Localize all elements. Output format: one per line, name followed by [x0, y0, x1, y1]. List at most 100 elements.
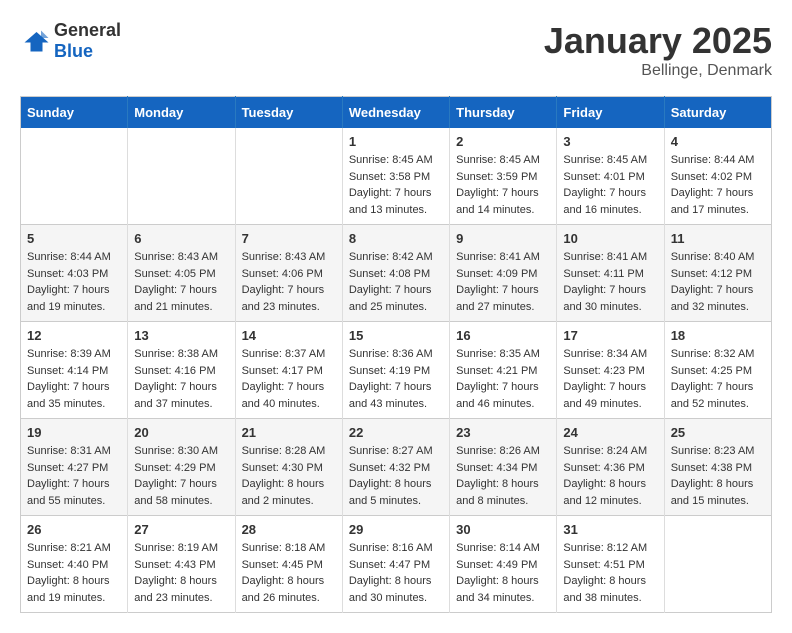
- day-cell: 22Sunrise: 8:27 AM Sunset: 4:32 PM Dayli…: [342, 419, 449, 516]
- header-thursday: Thursday: [450, 97, 557, 129]
- day-cell: 4 Sunrise: 8:44 AM Sunset: 4:02 PM Daylig…: [664, 128, 771, 225]
- day-cell: 25Sunrise: 8:23 AM Sunset: 4:38 PM Dayli…: [664, 419, 771, 516]
- day-number: 31: [563, 522, 657, 537]
- day-info: Sunrise: 8:37 AM Sunset: 4:17 PM Dayligh…: [242, 346, 336, 412]
- calendar-subtitle: Bellinge, Denmark: [544, 62, 772, 80]
- day-cell: 15Sunrise: 8:36 AM Sunset: 4:19 PM Dayli…: [342, 322, 449, 419]
- day-number: 16: [456, 328, 550, 343]
- day-number: 10: [563, 231, 657, 246]
- day-cell: 1Sunrise: 8:45 AM Sunset: 3:58 PM Daylig…: [342, 128, 449, 225]
- header-tuesday: Tuesday: [235, 97, 342, 129]
- day-number: 3: [563, 134, 657, 149]
- header-wednesday: Wednesday: [342, 97, 449, 129]
- day-number: 9: [456, 231, 550, 246]
- day-number: 18: [671, 328, 765, 343]
- day-cell: [664, 516, 771, 613]
- day-info: Sunrise: 8:30 AM Sunset: 4:29 PM Dayligh…: [134, 443, 228, 509]
- day-info: Sunrise: 8:14 AM Sunset: 4:49 PM Dayligh…: [456, 540, 550, 606]
- day-number: 7: [242, 231, 336, 246]
- day-info: Sunrise: 8:19 AM Sunset: 4:43 PM Dayligh…: [134, 540, 228, 606]
- week-row-2: 12Sunrise: 8:39 AM Sunset: 4:14 PM Dayli…: [21, 322, 772, 419]
- day-info: Sunrise: 8:41 AM Sunset: 4:11 PM Dayligh…: [563, 249, 657, 315]
- day-cell: 16 Sunrise: 8:35 AM Sunset: 4:21 PM Dayli…: [450, 322, 557, 419]
- week-row-3: 19Sunrise: 8:31 AM Sunset: 4:27 PM Dayli…: [21, 419, 772, 516]
- calendar-table: SundayMondayTuesdayWednesdayThursdayFrid…: [20, 96, 772, 613]
- day-cell: 21Sunrise: 8:28 AM Sunset: 4:30 PM Dayli…: [235, 419, 342, 516]
- header-monday: Monday: [128, 97, 235, 129]
- day-info: Sunrise: 8:12 AM Sunset: 4:51 PM Dayligh…: [563, 540, 657, 606]
- day-cell: 11 Sunrise: 8:40 AM Sunset: 4:12 PM Dayli…: [664, 225, 771, 322]
- logo-icon: [20, 26, 50, 56]
- header-friday: Friday: [557, 97, 664, 129]
- day-number: 12: [27, 328, 121, 343]
- page-header: General Blue January 2025 Bellinge, Denm…: [20, 20, 772, 80]
- day-cell: 23 Sunrise: 8:26 AM Sunset: 4:34 PM Dayli…: [450, 419, 557, 516]
- day-number: 26: [27, 522, 121, 537]
- logo-blue-text: Blue: [54, 41, 93, 61]
- day-cell: 20 Sunrise: 8:30 AM Sunset: 4:29 PM Dayli…: [128, 419, 235, 516]
- day-number: 27: [134, 522, 228, 537]
- day-info: Sunrise: 8:18 AM Sunset: 4:45 PM Dayligh…: [242, 540, 336, 606]
- day-number: 14: [242, 328, 336, 343]
- day-number: 1: [349, 134, 443, 149]
- day-cell: 8 Sunrise: 8:42 AM Sunset: 4:08 PM Daylig…: [342, 225, 449, 322]
- day-number: 24: [563, 425, 657, 440]
- day-info: Sunrise: 8:32 AM Sunset: 4:25 PM Dayligh…: [671, 346, 765, 412]
- day-info: Sunrise: 8:43 AM Sunset: 4:06 PM Dayligh…: [242, 249, 336, 315]
- day-number: 11: [671, 231, 765, 246]
- day-cell: 31 Sunrise: 8:12 AM Sunset: 4:51 PM Dayli…: [557, 516, 664, 613]
- day-info: Sunrise: 8:34 AM Sunset: 4:23 PM Dayligh…: [563, 346, 657, 412]
- day-cell: 6 Sunrise: 8:43 AM Sunset: 4:05 PM Daylig…: [128, 225, 235, 322]
- day-number: 29: [349, 522, 443, 537]
- day-cell: 12Sunrise: 8:39 AM Sunset: 4:14 PM Dayli…: [21, 322, 128, 419]
- header-sunday: Sunday: [21, 97, 128, 129]
- day-number: 15: [349, 328, 443, 343]
- day-info: Sunrise: 8:40 AM Sunset: 4:12 PM Dayligh…: [671, 249, 765, 315]
- day-cell: 10 Sunrise: 8:41 AM Sunset: 4:11 PM Dayli…: [557, 225, 664, 322]
- day-cell: [128, 128, 235, 225]
- day-cell: 30 Sunrise: 8:14 AM Sunset: 4:49 PM Dayli…: [450, 516, 557, 613]
- day-number: 6: [134, 231, 228, 246]
- day-info: Sunrise: 8:26 AM Sunset: 4:34 PM Dayligh…: [456, 443, 550, 509]
- logo: General Blue: [20, 20, 121, 62]
- day-number: 21: [242, 425, 336, 440]
- day-number: 30: [456, 522, 550, 537]
- day-cell: 24 Sunrise: 8:24 AM Sunset: 4:36 PM Dayli…: [557, 419, 664, 516]
- day-number: 20: [134, 425, 228, 440]
- calendar-header-row: SundayMondayTuesdayWednesdayThursdayFrid…: [21, 97, 772, 129]
- day-cell: 18 Sunrise: 8:32 AM Sunset: 4:25 PM Dayli…: [664, 322, 771, 419]
- day-info: Sunrise: 8:44 AM Sunset: 4:03 PM Dayligh…: [27, 249, 121, 315]
- day-number: 19: [27, 425, 121, 440]
- week-row-4: 26 Sunrise: 8:21 AM Sunset: 4:40 PM Dayli…: [21, 516, 772, 613]
- day-info: Sunrise: 8:35 AM Sunset: 4:21 PM Dayligh…: [456, 346, 550, 412]
- logo-general-text: General: [54, 20, 121, 40]
- day-number: 5: [27, 231, 121, 246]
- day-info: Sunrise: 8:21 AM Sunset: 4:40 PM Dayligh…: [27, 540, 121, 606]
- day-info: Sunrise: 8:23 AM Sunset: 4:38 PM Dayligh…: [671, 443, 765, 509]
- day-cell: 26 Sunrise: 8:21 AM Sunset: 4:40 PM Dayli…: [21, 516, 128, 613]
- day-number: 8: [349, 231, 443, 246]
- day-info: Sunrise: 8:24 AM Sunset: 4:36 PM Dayligh…: [563, 443, 657, 509]
- day-cell: 17Sunrise: 8:34 AM Sunset: 4:23 PM Dayli…: [557, 322, 664, 419]
- day-info: Sunrise: 8:43 AM Sunset: 4:05 PM Dayligh…: [134, 249, 228, 315]
- day-number: 28: [242, 522, 336, 537]
- week-row-0: 1Sunrise: 8:45 AM Sunset: 3:58 PM Daylig…: [21, 128, 772, 225]
- day-number: 4: [671, 134, 765, 149]
- day-info: Sunrise: 8:45 AM Sunset: 3:59 PM Dayligh…: [456, 152, 550, 218]
- day-cell: 7 Sunrise: 8:43 AM Sunset: 4:06 PM Daylig…: [235, 225, 342, 322]
- week-row-1: 5 Sunrise: 8:44 AM Sunset: 4:03 PM Daylig…: [21, 225, 772, 322]
- day-info: Sunrise: 8:44 AM Sunset: 4:02 PM Dayligh…: [671, 152, 765, 218]
- day-cell: 2 Sunrise: 8:45 AM Sunset: 3:59 PM Daylig…: [450, 128, 557, 225]
- day-number: 13: [134, 328, 228, 343]
- day-cell: 9 Sunrise: 8:41 AM Sunset: 4:09 PM Daylig…: [450, 225, 557, 322]
- calendar-title: January 2025: [544, 20, 772, 62]
- day-number: 2: [456, 134, 550, 149]
- day-cell: 28 Sunrise: 8:18 AM Sunset: 4:45 PM Dayli…: [235, 516, 342, 613]
- day-cell: [21, 128, 128, 225]
- day-info: Sunrise: 8:41 AM Sunset: 4:09 PM Dayligh…: [456, 249, 550, 315]
- day-number: 23: [456, 425, 550, 440]
- day-info: Sunrise: 8:16 AM Sunset: 4:47 PM Dayligh…: [349, 540, 443, 606]
- day-cell: 5 Sunrise: 8:44 AM Sunset: 4:03 PM Daylig…: [21, 225, 128, 322]
- day-info: Sunrise: 8:42 AM Sunset: 4:08 PM Dayligh…: [349, 249, 443, 315]
- day-number: 22: [349, 425, 443, 440]
